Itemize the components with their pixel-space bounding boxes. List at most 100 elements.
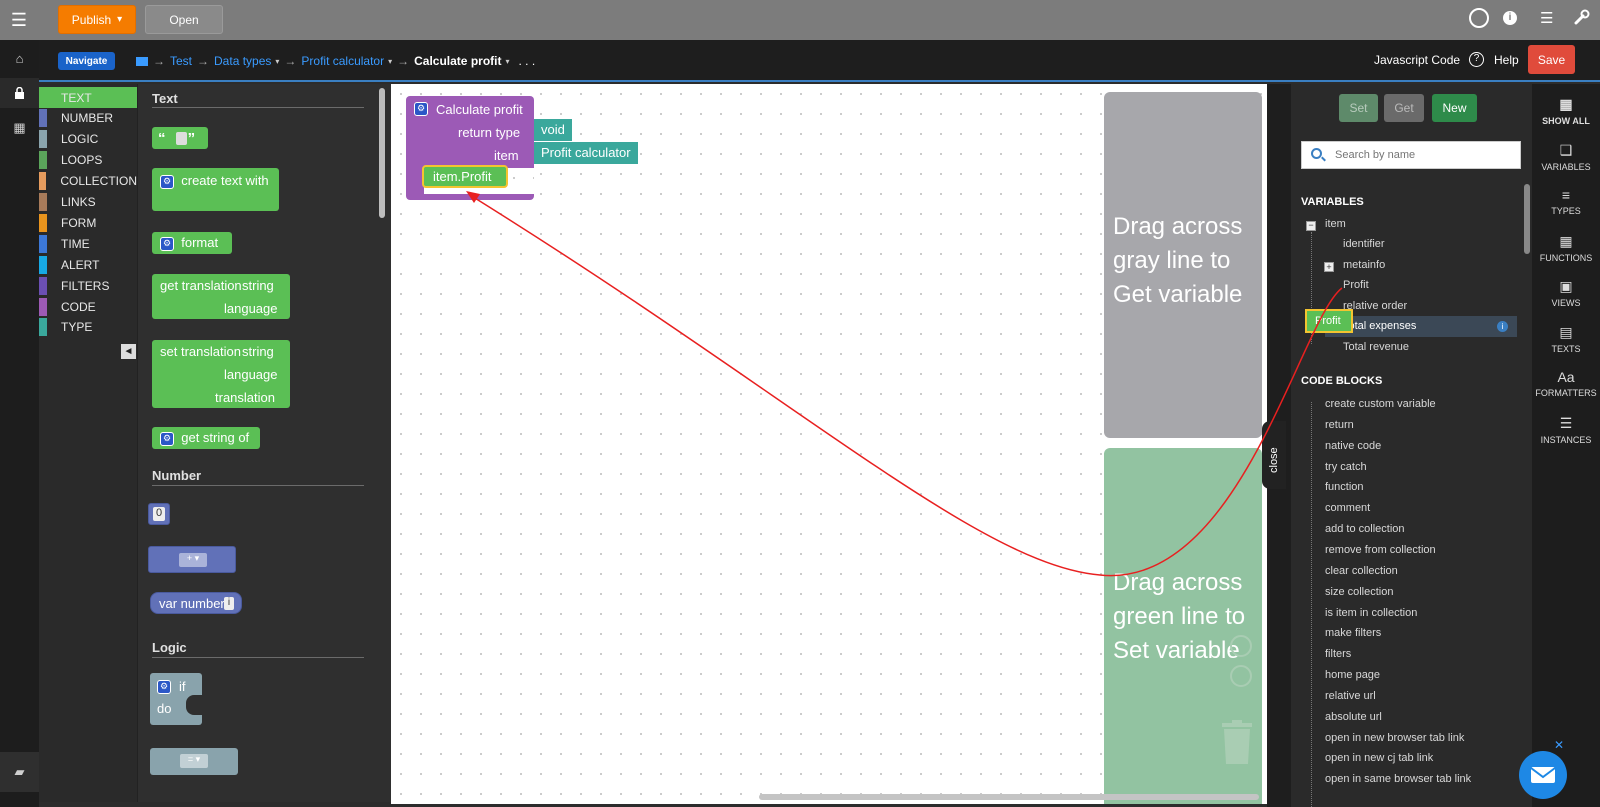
create-text-with-block[interactable]: ⚙ create text with xyxy=(152,168,279,211)
strip-formatters[interactable]: Aa FORMATTERS xyxy=(1532,369,1600,398)
get-variable-drop-zone[interactable]: Drag across gray line to Get variable xyxy=(1104,92,1262,438)
category-number[interactable]: NUMBER xyxy=(39,108,137,129)
code-block-item[interactable]: return xyxy=(1325,419,1354,431)
category-filters[interactable]: FILTERS xyxy=(39,275,137,296)
gear-icon[interactable]: ⚙ xyxy=(157,679,171,694)
text-quote-block[interactable]: “ ” xyxy=(152,127,208,149)
tree-item-item[interactable]: item xyxy=(1325,218,1346,230)
open-button[interactable]: Open xyxy=(145,5,223,34)
panel-scrollbar[interactable] xyxy=(1524,184,1530,254)
category-alert[interactable]: ALERT xyxy=(39,254,137,275)
code-block-item[interactable]: home page xyxy=(1325,669,1380,681)
tree-item-metainfo[interactable]: metainfo xyxy=(1343,259,1385,271)
code-block-item[interactable]: filters xyxy=(1325,648,1351,660)
code-block-item[interactable]: try catch xyxy=(1325,461,1367,473)
strip-functions[interactable]: ▦ FUNCTIONS xyxy=(1532,233,1600,263)
breadcrumb-item-data-types[interactable]: Data types xyxy=(214,54,271,68)
var-number-block[interactable]: var number i xyxy=(150,592,242,614)
gear-icon[interactable]: ⚙ xyxy=(160,431,174,446)
info-icon[interactable]: i xyxy=(1497,321,1508,332)
format-block[interactable]: ⚙ format xyxy=(152,232,232,254)
collapse-arrow-icon[interactable]: ◄ xyxy=(121,344,136,359)
strip-variables[interactable]: ❑ VARIABLES xyxy=(1532,142,1600,172)
code-block-item[interactable]: size collection xyxy=(1325,586,1393,598)
category-time[interactable]: TIME xyxy=(39,233,137,254)
navigate-button[interactable]: Navigate xyxy=(58,52,115,70)
breadcrumb-item-profit-calculator[interactable]: Profit calculator xyxy=(301,54,384,68)
category-links[interactable]: LINKS xyxy=(39,192,137,213)
search-box[interactable] xyxy=(1301,141,1521,169)
arithmetic-block[interactable]: + ▾ xyxy=(148,546,236,573)
trash-icon[interactable] xyxy=(1220,720,1254,764)
number-literal-block[interactable]: 0 xyxy=(148,503,170,525)
item-type-value-block[interactable]: Profit calculator xyxy=(534,142,638,164)
get-button[interactable]: Get xyxy=(1384,94,1424,122)
search-input[interactable] xyxy=(1335,146,1515,164)
workspace-canvas[interactable]: ⚙ Calculate profit return type item void… xyxy=(391,84,1280,804)
if-do-block[interactable]: ⚙ if do xyxy=(150,673,202,725)
code-block-item[interactable]: native code xyxy=(1325,440,1381,452)
tree-item-identifier[interactable]: identifier xyxy=(1343,238,1385,250)
item-profit-statement-block[interactable]: item.Profit xyxy=(422,165,508,188)
collapse-toggle-icon[interactable]: − xyxy=(1306,221,1316,231)
tree-item-total-revenue[interactable]: Total revenue xyxy=(1343,341,1409,353)
gear-icon[interactable]: ⚙ xyxy=(160,236,174,251)
gear-icon[interactable]: ⚙ xyxy=(414,101,428,116)
help-icon[interactable]: ? xyxy=(1469,52,1484,67)
breadcrumb-more[interactable]: . . . xyxy=(519,54,536,68)
compare-block[interactable]: = ▾ xyxy=(150,748,238,775)
canvas-horizontal-scrollbar[interactable] xyxy=(759,794,1259,800)
return-type-value-block[interactable]: void xyxy=(534,119,572,141)
strip-types[interactable]: ≡ TYPES xyxy=(1532,187,1600,216)
save-button[interactable]: Save xyxy=(1528,45,1575,74)
category-code[interactable]: CODE xyxy=(39,296,137,317)
chevron-down-icon[interactable]: ▾ xyxy=(275,57,279,66)
category-form[interactable]: FORM xyxy=(39,212,137,233)
category-collection[interactable]: COLLECTION xyxy=(39,171,137,192)
get-string-of-block[interactable]: ⚙ get string of xyxy=(152,427,260,449)
wrench-icon[interactable] xyxy=(1574,9,1590,25)
tree-item-total-expenses[interactable]: Total expenses xyxy=(1343,320,1416,332)
chevron-down-icon[interactable]: ▾ xyxy=(388,57,392,66)
zoom-in-icon[interactable] xyxy=(1230,635,1252,657)
chat-button[interactable] xyxy=(1519,751,1567,799)
code-block-item[interactable]: open in same browser tab link xyxy=(1325,773,1471,785)
code-block-item[interactable]: relative url xyxy=(1325,690,1376,702)
info-icon[interactable]: i xyxy=(1503,11,1517,25)
expand-toggle-icon[interactable]: + xyxy=(1324,262,1334,272)
zoom-out-icon[interactable] xyxy=(1230,665,1252,687)
code-block-item[interactable]: absolute url xyxy=(1325,711,1382,723)
gear-icon[interactable]: ⚙ xyxy=(160,174,174,189)
user-icon[interactable] xyxy=(1469,8,1489,28)
help-link[interactable]: Help xyxy=(1494,53,1519,67)
new-button[interactable]: New xyxy=(1432,94,1477,122)
panel-close-tab[interactable]: close xyxy=(1262,421,1286,489)
code-block-item[interactable]: add to collection xyxy=(1325,523,1405,535)
chevron-down-icon[interactable]: ▾ xyxy=(505,57,509,66)
code-block-item[interactable]: remove from collection xyxy=(1325,544,1436,556)
strip-texts[interactable]: ▤ TEXTS xyxy=(1532,324,1600,354)
category-text[interactable]: TEXT xyxy=(39,87,137,108)
close-x-icon[interactable]: ✕ xyxy=(1554,738,1564,752)
grid-icon[interactable]: ▦ xyxy=(0,113,39,143)
tree-item-profit[interactable]: Profit xyxy=(1343,279,1369,291)
breadcrumb-item-test[interactable]: Test xyxy=(170,54,192,68)
set-variable-drop-zone[interactable]: Drag across green line to Set variable xyxy=(1104,448,1262,804)
home-icon[interactable]: ⌂ xyxy=(0,43,39,73)
set-translation-block[interactable]: set translation string language translat… xyxy=(152,340,290,408)
category-logic[interactable]: LOGIC xyxy=(39,129,137,150)
strip-show-all[interactable]: ▦ SHOW ALL xyxy=(1532,96,1600,126)
category-type[interactable]: TYPE xyxy=(39,317,137,338)
list-icon[interactable]: ☰ xyxy=(1540,9,1553,27)
code-block-item[interactable]: open in new browser tab link xyxy=(1325,732,1464,744)
javascript-code-link[interactable]: Javascript Code xyxy=(1374,53,1460,67)
code-block-item[interactable]: is item in collection xyxy=(1325,607,1417,619)
code-block-item[interactable]: function xyxy=(1325,481,1364,493)
category-loops[interactable]: LOOPS xyxy=(39,150,137,171)
get-translation-block[interactable]: get translation string language xyxy=(152,274,290,319)
breadcrumb-root-icon[interactable] xyxy=(136,56,148,66)
breadcrumb-item-calculate-profit[interactable]: Calculate profit xyxy=(414,54,501,68)
code-block-item[interactable]: create custom variable xyxy=(1325,398,1436,410)
hamburger-menu-icon[interactable]: ☰ xyxy=(6,8,32,32)
code-block-item[interactable]: clear collection xyxy=(1325,565,1398,577)
